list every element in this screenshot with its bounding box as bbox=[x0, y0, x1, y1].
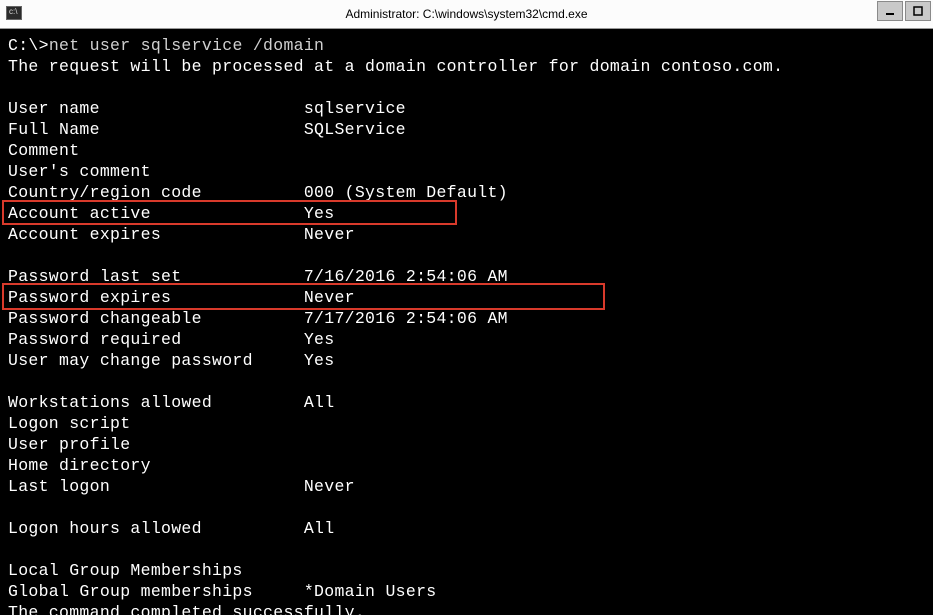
terminal-output[interactable]: C:\>net user sqlservice /domain The requ… bbox=[0, 29, 933, 615]
window-title: Administrator: C:\windows\system32\cmd.e… bbox=[345, 7, 587, 21]
window-controls bbox=[877, 0, 933, 28]
prompt: C:\> bbox=[8, 36, 49, 55]
cmd-icon: c:\ bbox=[6, 6, 22, 20]
command-text: net user sqlservice /domain bbox=[49, 36, 324, 55]
minimize-button[interactable] bbox=[877, 1, 903, 21]
titlebar: c:\ Administrator: C:\windows\system32\c… bbox=[0, 0, 933, 29]
maximize-button[interactable] bbox=[905, 1, 931, 21]
cmd-window: c:\ Administrator: C:\windows\system32\c… bbox=[0, 0, 933, 615]
